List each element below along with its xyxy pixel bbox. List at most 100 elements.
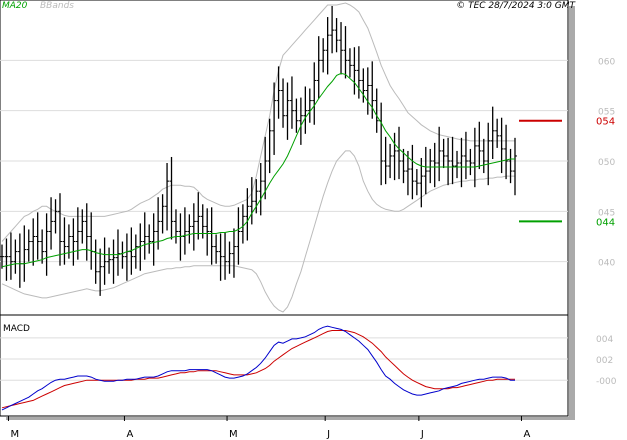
ohlc-bar xyxy=(178,213,183,261)
ohlc-bar xyxy=(147,224,152,254)
price-tick-label: 055 xyxy=(598,108,615,118)
price-tick-label: 050 xyxy=(598,158,615,168)
price-tick-label: 060 xyxy=(598,57,615,67)
month-tick-label: A xyxy=(126,429,133,440)
ohlc-bar xyxy=(249,177,254,225)
ohlc-bars xyxy=(0,5,517,296)
price-tick-label: 040 xyxy=(598,259,615,269)
ohlc-bar xyxy=(160,194,165,234)
ohlc-bar xyxy=(428,148,433,184)
ohlc-bar xyxy=(187,214,192,244)
ohlc-bar xyxy=(325,17,330,75)
resistance-level-label: 054 xyxy=(596,117,615,128)
support-level-label: 044 xyxy=(596,217,615,228)
price-axis: 040 045 050 055 060 xyxy=(598,57,615,268)
price-grid xyxy=(0,59,568,263)
ohlc-bar xyxy=(294,98,299,133)
ohlc-bar xyxy=(410,144,415,200)
ohlc-bar xyxy=(307,88,312,123)
frame-shadow-right xyxy=(569,6,575,418)
ohlc-bar xyxy=(272,82,277,155)
ohlc-bar xyxy=(258,163,263,216)
ohlc-bar xyxy=(196,192,201,240)
ohlc-bar xyxy=(35,212,40,260)
ohlc-bar xyxy=(330,5,335,54)
macd-tick-label: 004 xyxy=(596,335,613,345)
ohlc-bar xyxy=(214,234,219,264)
ohlc-bar xyxy=(486,122,491,186)
macd-grid xyxy=(0,337,568,381)
ohlc-bar xyxy=(481,138,486,174)
ohlc-bar xyxy=(289,76,294,129)
ohlc-bar xyxy=(49,197,54,250)
ohlc-bar xyxy=(495,118,500,148)
ohlc-bar xyxy=(347,48,352,78)
ohlc-bar xyxy=(89,212,94,270)
ohlc-bar xyxy=(446,137,451,186)
ma20-line xyxy=(1,72,515,268)
ohlc-bar xyxy=(62,217,67,265)
ohlc-bar xyxy=(205,208,210,256)
ohlc-bar xyxy=(4,238,9,281)
macd-tick-label: 002 xyxy=(596,356,613,366)
ohlc-bar xyxy=(151,213,156,266)
ohlc-bar xyxy=(339,22,344,75)
ohlc-bar xyxy=(124,233,129,281)
macd-signal-line xyxy=(1,330,515,409)
ohlc-bar xyxy=(477,121,482,170)
ohlc-bar xyxy=(321,38,326,73)
frame-shadow-bottom xyxy=(6,417,575,420)
macd-axis: -000 002 004 xyxy=(596,335,617,387)
ohlc-bar xyxy=(17,233,22,288)
ohlc-bar xyxy=(414,169,419,196)
ohlc-bar xyxy=(53,199,58,234)
ohlc-bar xyxy=(115,229,120,276)
ohlc-bar xyxy=(44,213,49,276)
ohlc-bar xyxy=(513,137,517,196)
ohlc-bar xyxy=(263,136,268,200)
ohlc-bar xyxy=(84,203,89,261)
ohlc-bar xyxy=(133,234,138,269)
ohlc-bar xyxy=(490,106,495,159)
ohlc-bar xyxy=(312,62,317,125)
ohlc-bar xyxy=(303,86,308,134)
ohlc-bar xyxy=(102,237,107,285)
ohlc-bar xyxy=(455,150,460,179)
ohlc-bar xyxy=(383,136,388,185)
month-tick-label: M xyxy=(229,429,238,440)
ma20-path xyxy=(1,72,515,268)
ohlc-bar xyxy=(365,67,370,115)
ma20-legend-label: MA20 xyxy=(2,1,28,11)
macd-lines xyxy=(1,325,515,411)
ohlc-bar xyxy=(392,132,397,181)
bbands-legend-label: BBands xyxy=(40,1,74,11)
ohlc-bar xyxy=(499,117,504,174)
ohlc-bar xyxy=(397,126,402,180)
ohlc-bar xyxy=(80,209,85,244)
ohlc-bar xyxy=(379,102,384,186)
ohlc-bar xyxy=(218,233,223,281)
ohlc-bar xyxy=(463,131,468,180)
ohlc-bar xyxy=(31,218,36,266)
ohlc-bar xyxy=(26,229,31,262)
ohlc-bar xyxy=(227,241,232,274)
macd-panel-label: MACD xyxy=(3,324,30,334)
ohlc-bar xyxy=(142,212,147,260)
ohlc-bar xyxy=(352,47,357,95)
ohlc-bar xyxy=(71,218,76,266)
stock-chart: 054 044 040 045 050 055 060 -000 002 004 M A M J J A… xyxy=(0,0,617,440)
ohlc-bar xyxy=(245,188,250,241)
ohlc-bar xyxy=(8,232,13,280)
ohlc-bar xyxy=(285,82,290,140)
month-tick-label: J xyxy=(420,429,424,440)
ohlc-bar xyxy=(334,18,339,53)
ohlc-bar xyxy=(22,225,27,282)
bb-upper-line xyxy=(1,2,515,242)
ohlc-bar xyxy=(316,36,321,99)
price-tick-label: 045 xyxy=(598,208,615,218)
ohlc-bar xyxy=(472,127,477,188)
ohlc-bar xyxy=(298,97,303,145)
ohlc-bar xyxy=(191,203,196,251)
ohlc-bar xyxy=(13,239,18,274)
ohlc-bar xyxy=(223,232,228,280)
